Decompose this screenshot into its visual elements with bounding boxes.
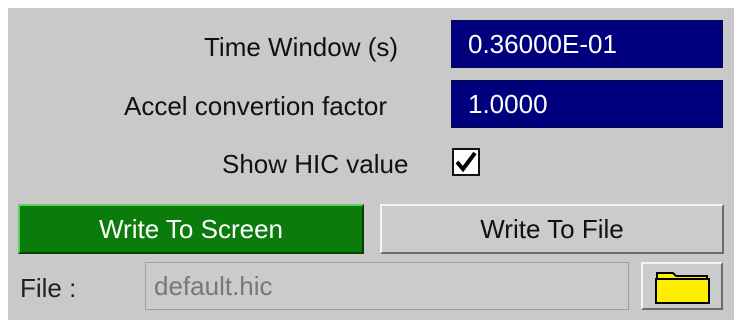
checkmark-icon xyxy=(455,151,477,173)
time-window-field[interactable]: 0.36000E-01 xyxy=(451,20,723,68)
file-path-input[interactable] xyxy=(145,262,629,310)
show-hic-checkbox[interactable] xyxy=(452,148,480,176)
write-to-screen-button[interactable]: Write To Screen xyxy=(18,204,364,254)
time-window-label: Time Window (s) xyxy=(204,32,399,62)
folder-icon xyxy=(655,272,710,304)
accel-conversion-field[interactable]: 1.0000 xyxy=(451,80,723,128)
accel-conversion-label: Accel convertion factor xyxy=(124,91,388,121)
browse-folder-button[interactable] xyxy=(641,262,723,310)
file-label: File : xyxy=(20,273,77,303)
show-hic-label: Show HIC value xyxy=(222,149,409,179)
write-to-file-button[interactable]: Write To File xyxy=(380,204,724,254)
